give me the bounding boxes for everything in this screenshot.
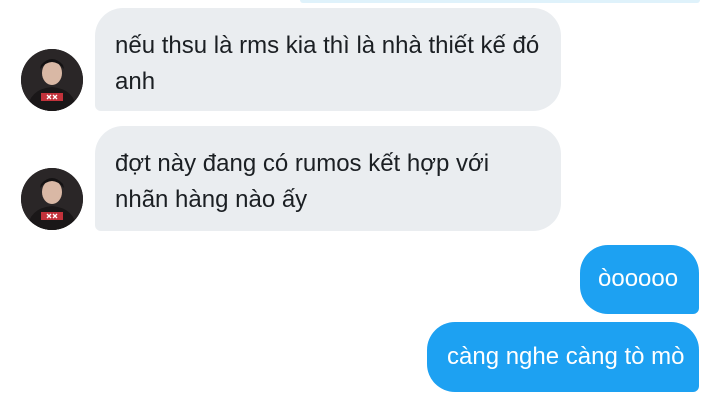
person-avatar-icon bbox=[21, 49, 83, 111]
person-avatar-icon bbox=[21, 168, 83, 230]
message-text: òooooo bbox=[598, 265, 679, 292]
message-text: càng nghe càng tò mò bbox=[447, 343, 685, 370]
sender-avatar[interactable] bbox=[21, 49, 83, 111]
outgoing-message-bubble[interactable]: càng nghe càng tò mò bbox=[427, 322, 699, 392]
message-text: nếu thsu là rms kia thì là nhà thiết kế … bbox=[115, 32, 540, 95]
message-text: đợt này đang có rumos kết hợp với nhãn h… bbox=[115, 150, 490, 213]
sender-avatar[interactable] bbox=[21, 168, 83, 230]
incoming-message-bubble[interactable]: nếu thsu là rms kia thì là nhà thiết kế … bbox=[95, 8, 561, 111]
incoming-message-bubble[interactable]: đợt này đang có rumos kết hợp với nhãn h… bbox=[95, 126, 561, 231]
outgoing-message-bubble[interactable]: òooooo bbox=[580, 245, 699, 314]
previous-message-edge bbox=[300, 0, 700, 3]
